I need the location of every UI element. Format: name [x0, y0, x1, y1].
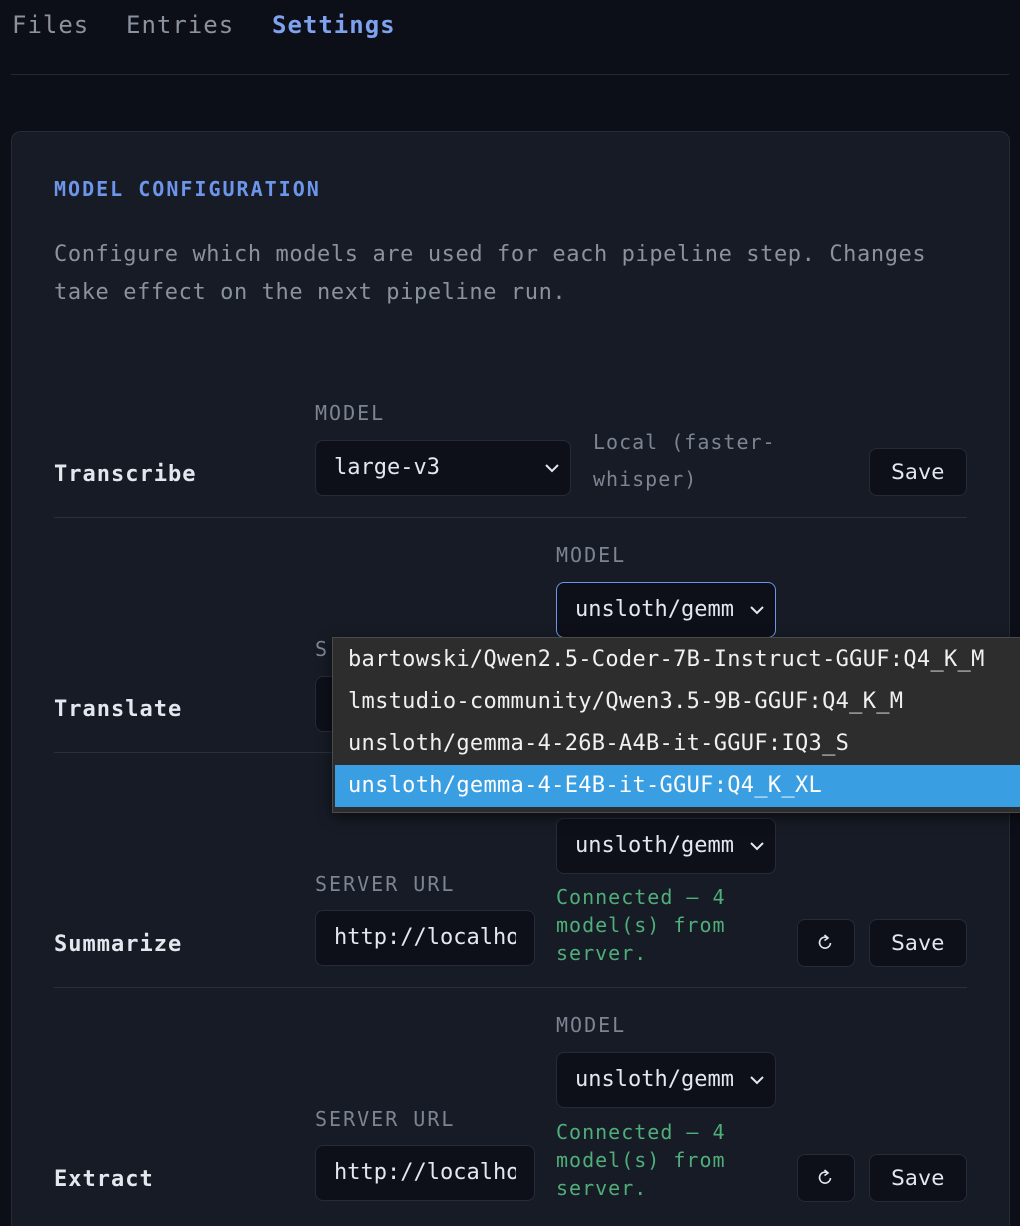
extract-step-label: Extract: [54, 1167, 154, 1192]
translate-server-url-label: S: [315, 637, 330, 661]
translate-model-label: MODEL: [556, 543, 627, 567]
translate-model-dropdown-list: bartowski/Qwen2.5-Coder-7B-Instruct-GGUF…: [332, 637, 1020, 813]
transcribe-model-select[interactable]: large-v3: [315, 440, 571, 496]
dropdown-option-selected[interactable]: unsloth/gemma-4-E4B-it-GGUF:Q4_K_XL: [335, 765, 1020, 807]
summarize-server-url-input[interactable]: http://localhost: [315, 910, 535, 966]
row-divider: [54, 517, 967, 518]
tab-divider: [11, 74, 1009, 75]
refresh-icon: [818, 1169, 832, 1184]
dropdown-option[interactable]: bartowski/Qwen2.5-Coder-7B-Instruct-GGUF…: [333, 639, 1020, 681]
dropdown-option[interactable]: unsloth/gemma-4-26B-A4B-it-GGUF:IQ3_S: [333, 723, 1020, 765]
chevron-down-icon: [749, 1053, 765, 1107]
summarize-refresh-button[interactable]: [797, 919, 855, 967]
summarize-model-select[interactable]: unsloth/gemma-4-E4B-it-GGUF:Q4_K_XL: [556, 818, 776, 874]
extract-refresh-button[interactable]: [797, 1154, 855, 1202]
tab-settings[interactable]: Settings: [272, 11, 396, 39]
summarize-save-button[interactable]: Save: [869, 919, 967, 967]
extract-model-select[interactable]: unsloth/gemma-4-E4B-it-GGUF:Q4_K_XL: [556, 1052, 776, 1108]
tab-bar: Files Entries Settings: [0, 0, 1020, 76]
summarize-server-url-label: SERVER URL: [315, 872, 456, 896]
chevron-down-icon: [749, 819, 765, 873]
translate-step-label: Translate: [54, 697, 183, 722]
transcribe-status: Local (faster-whisper): [593, 430, 776, 491]
extract-server-url-input[interactable]: http://localhost: [315, 1145, 535, 1201]
translate-model-select[interactable]: unsloth/gemma-4-E4B-it-GGUF:Q4_K_XL: [556, 582, 776, 638]
tab-files[interactable]: Files: [12, 11, 89, 39]
row-divider: [54, 987, 967, 988]
extract-model-label: MODEL: [556, 1013, 627, 1037]
summarize-connection-status: Connected — 4 model(s) from server.: [556, 885, 726, 965]
settings-page: Files Entries Settings MODEL CONFIGURATI…: [0, 0, 1020, 1226]
transcribe-model-label: MODEL: [315, 401, 386, 425]
summarize-step-label: Summarize: [54, 932, 183, 957]
extract-save-button[interactable]: Save: [869, 1154, 967, 1202]
transcribe-save-button[interactable]: Save: [869, 448, 967, 496]
chevron-down-icon: [544, 441, 560, 495]
chevron-down-icon: [749, 583, 765, 637]
section-description: Configure which models are used for each…: [54, 242, 927, 305]
refresh-icon: [818, 934, 832, 949]
tab-entries[interactable]: Entries: [126, 11, 234, 39]
dropdown-option[interactable]: lmstudio-community/Qwen3.5-9B-GGUF:Q4_K_…: [333, 681, 1020, 723]
extract-connection-status: Connected — 4 model(s) from server.: [556, 1120, 726, 1200]
section-title: MODEL CONFIGURATION: [54, 177, 321, 201]
extract-server-url-label: SERVER URL: [315, 1107, 456, 1131]
transcribe-step-label: Transcribe: [54, 462, 197, 487]
